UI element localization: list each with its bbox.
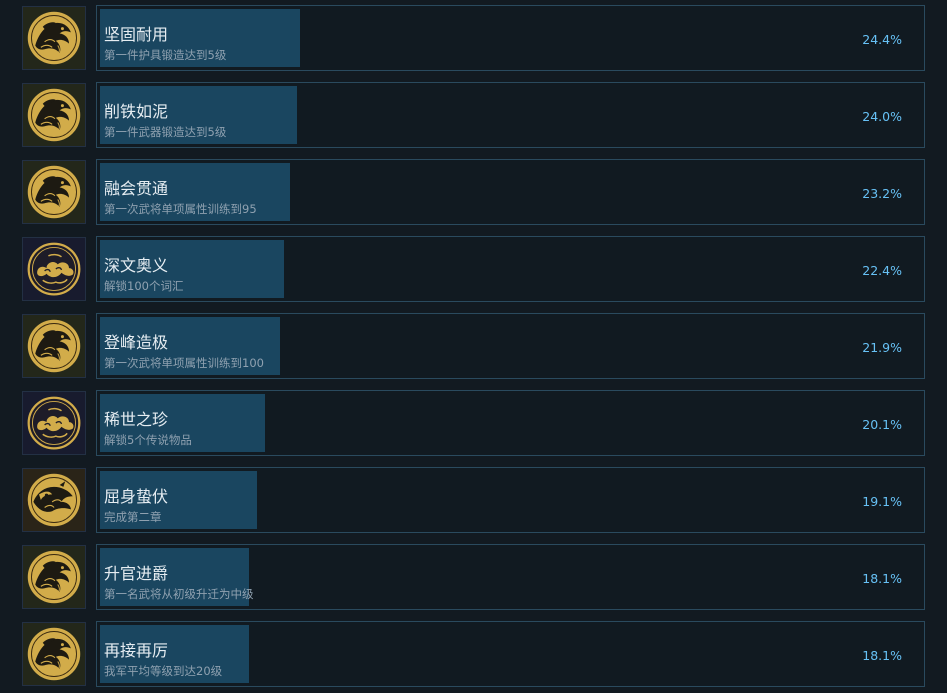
unlock-percentage: 24.4% xyxy=(862,32,902,47)
achievement-row: 深文奥义解锁100个词汇 22.4% xyxy=(0,231,947,308)
achievement-description: 第一名武将从初级升迁为中级 xyxy=(104,587,254,601)
achievement-row: 屈身蛰伏完成第二章 19.1% xyxy=(0,462,947,539)
unlock-percentage: 21.9% xyxy=(862,340,902,355)
gold-cloud-medallion-icon xyxy=(22,391,86,455)
achievement-progress-panel: 屈身蛰伏完成第二章 19.1% xyxy=(96,467,925,533)
achievement-description: 解锁5个传说物品 xyxy=(104,433,192,447)
gold-phoenix-medallion-icon xyxy=(22,83,86,147)
gold-phoenix-medallion-icon xyxy=(22,6,86,70)
achievement-list: 坚固耐用第一件护具锻造达到5级 24.4% 削铁如泥第一件武器锻造达到5级 24.0%… xyxy=(0,0,947,692)
achievement-row: 坚固耐用第一件护具锻造达到5级 24.4% xyxy=(0,0,947,77)
achievement-title: 再接再厉 xyxy=(104,641,169,660)
gold-phoenix-medallion-icon xyxy=(22,160,86,224)
achievement-progress-panel: 削铁如泥第一件武器锻造达到5级 24.0% xyxy=(96,82,925,148)
achievement-description: 第一次武将单项属性训练到95 xyxy=(104,202,257,216)
achievement-progress-panel: 稀世之珍解锁5个传说物品 20.1% xyxy=(96,390,925,456)
achievement-title: 深文奥义 xyxy=(104,256,169,275)
achievement-row: 再接再厉我军平均等级到达20级 18.1% xyxy=(0,616,947,693)
achievement-title: 融会贯通 xyxy=(104,179,169,198)
gold-phoenix-medallion-icon xyxy=(22,314,86,378)
achievement-description: 解锁100个词汇 xyxy=(104,279,184,293)
achievement-description: 我军平均等级到达20级 xyxy=(104,664,223,678)
achievement-row: 稀世之珍解锁5个传说物品 20.1% xyxy=(0,385,947,462)
achievement-progress-panel: 融会贯通第一次武将单项属性训练到95 23.2% xyxy=(96,159,925,225)
unlock-percentage: 18.1% xyxy=(862,571,902,586)
achievement-progress-panel: 深文奥义解锁100个词汇 22.4% xyxy=(96,236,925,302)
unlock-percentage: 20.1% xyxy=(862,417,902,432)
achievement-progress-panel: 再接再厉我军平均等级到达20级 18.1% xyxy=(96,621,925,687)
gold-cloud-medallion-icon xyxy=(22,237,86,301)
unlock-percentage: 18.1% xyxy=(862,648,902,663)
achievement-row: 登峰造极第一次武将单项属性训练到100 21.9% xyxy=(0,308,947,385)
unlock-percentage: 22.4% xyxy=(862,263,902,278)
unlock-percentage: 24.0% xyxy=(862,109,902,124)
achievement-title: 登峰造极 xyxy=(104,333,169,352)
achievement-description: 第一件护具锻造达到5级 xyxy=(104,48,227,62)
achievement-progress-panel: 升官进爵第一名武将从初级升迁为中级 18.1% xyxy=(96,544,925,610)
achievement-row: 削铁如泥第一件武器锻造达到5级 24.0% xyxy=(0,77,947,154)
gold-phoenix-medallion-icon xyxy=(22,622,86,686)
achievement-title: 削铁如泥 xyxy=(104,102,169,121)
achievement-description: 完成第二章 xyxy=(104,510,162,524)
gold-phoenix-medallion-icon xyxy=(22,545,86,609)
achievement-row: 融会贯通第一次武将单项属性训练到95 23.2% xyxy=(0,154,947,231)
gold-beast-medallion-icon xyxy=(22,468,86,532)
achievement-title: 升官进爵 xyxy=(104,564,169,583)
achievement-progress-panel: 登峰造极第一次武将单项属性训练到100 21.9% xyxy=(96,313,925,379)
achievement-row: 升官进爵第一名武将从初级升迁为中级 18.1% xyxy=(0,539,947,616)
unlock-percentage: 19.1% xyxy=(862,494,902,509)
achievement-description: 第一件武器锻造达到5级 xyxy=(104,125,227,139)
achievement-progress-panel: 坚固耐用第一件护具锻造达到5级 24.4% xyxy=(96,5,925,71)
unlock-percentage: 23.2% xyxy=(862,186,902,201)
achievement-title: 屈身蛰伏 xyxy=(104,487,169,506)
achievement-description: 第一次武将单项属性训练到100 xyxy=(104,356,264,370)
achievement-title: 稀世之珍 xyxy=(104,410,169,429)
achievement-title: 坚固耐用 xyxy=(104,25,169,44)
